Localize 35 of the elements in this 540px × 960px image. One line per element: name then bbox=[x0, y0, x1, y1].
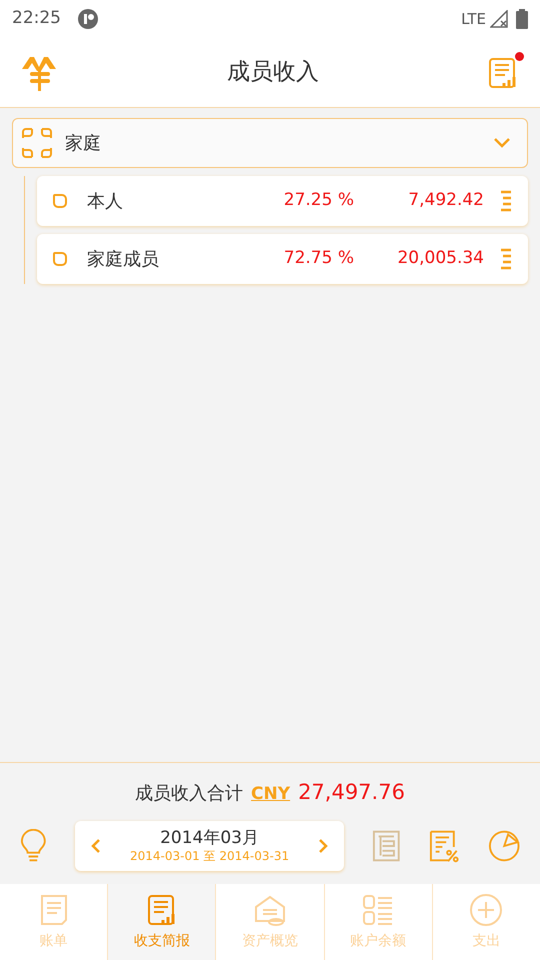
previous-icon[interactable] bbox=[90, 838, 101, 854]
currency-link[interactable]: CNY bbox=[251, 782, 290, 807]
percent-report-icon[interactable] bbox=[429, 829, 460, 863]
battery-icon bbox=[516, 9, 528, 29]
summary-total: 27,497.76 bbox=[298, 778, 405, 806]
menu-icon[interactable] bbox=[500, 190, 512, 212]
member-card[interactable]: 家庭成员 72.75 % 20,005.34 bbox=[37, 234, 528, 284]
signal-icon bbox=[490, 10, 508, 28]
member-name: 家庭成员 bbox=[87, 248, 160, 272]
member-icon bbox=[53, 252, 67, 266]
summary-label: 成员收入合计 bbox=[135, 782, 244, 806]
group-icon bbox=[21, 127, 53, 159]
add-icon bbox=[469, 892, 504, 926]
status-time: 22:25 bbox=[12, 7, 61, 30]
member-name: 本人 bbox=[87, 190, 124, 214]
group-name: 家庭 bbox=[65, 132, 102, 156]
page-title: 成员收入 bbox=[226, 58, 320, 88]
menu-icon[interactable] bbox=[500, 248, 512, 270]
member-amount: 7,492.42 bbox=[407, 189, 484, 212]
member-card[interactable]: 本人 27.25 % 7,492.42 bbox=[37, 176, 528, 226]
tree-list-icon[interactable] bbox=[372, 829, 401, 863]
next-icon[interactable] bbox=[318, 838, 328, 854]
member-percent: 27.25 % bbox=[282, 189, 354, 212]
pie-chart-icon[interactable] bbox=[488, 829, 520, 863]
member-amount: 20,005.34 bbox=[396, 247, 484, 270]
nav-tab[interactable]: 收支简报 bbox=[107, 884, 216, 960]
member-percent: 72.75 % bbox=[282, 247, 354, 270]
network-type: LTE bbox=[461, 8, 486, 30]
chevron-icon[interactable] bbox=[493, 137, 511, 149]
lightbulb-icon[interactable] bbox=[20, 829, 47, 863]
group-header[interactable]: 家庭 bbox=[12, 118, 528, 168]
member-icon bbox=[53, 194, 67, 208]
period-range: 2014-03-01 至 2014-03-31 bbox=[130, 849, 290, 864]
period-month: 2014年03月 bbox=[160, 828, 259, 850]
app-notification-icon bbox=[77, 8, 99, 30]
